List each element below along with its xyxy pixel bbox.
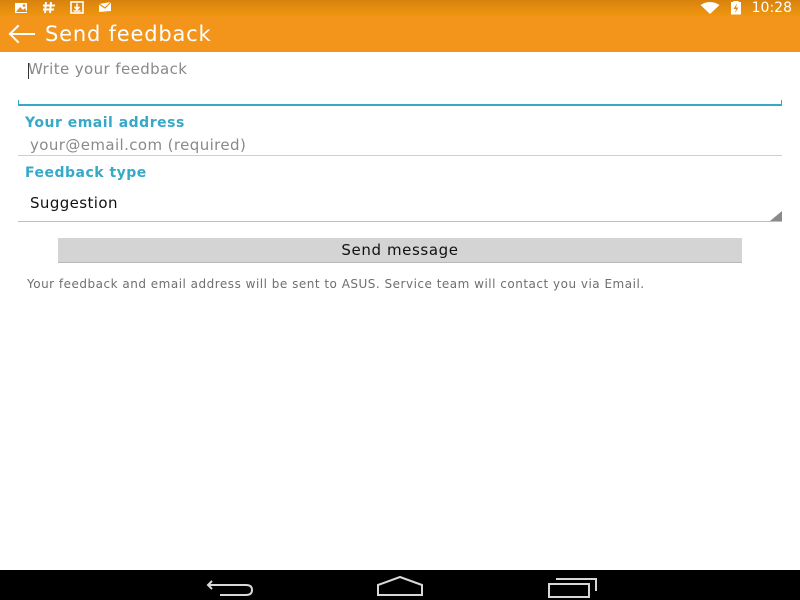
feedback-type-label: Feedback type [25, 165, 147, 181]
navigation-bar [0, 570, 800, 600]
download-icon [70, 1, 84, 14]
underline-cap-right [781, 100, 782, 106]
system-icons: 10:28 [700, 0, 792, 16]
clock: 10:28 [751, 0, 792, 16]
email-input[interactable] [18, 134, 782, 156]
back-nav-icon[interactable] [202, 573, 258, 599]
mail-icon [98, 1, 112, 12]
privacy-notice: Your feedback and email address will be … [27, 277, 645, 291]
spinner-underline [18, 221, 782, 222]
email-label: Your email address [25, 115, 185, 131]
feedback-type-spinner[interactable]: Suggestion [18, 190, 782, 222]
spinner-triangle-icon [770, 211, 782, 221]
feedback-type-value: Suggestion [30, 194, 118, 212]
notification-image-icon [15, 3, 27, 13]
feedback-input[interactable] [18, 56, 782, 104]
email-underline [18, 155, 782, 156]
email-field[interactable] [18, 134, 782, 156]
underline-cap-left [18, 100, 19, 106]
send-message-button[interactable]: Send message [58, 238, 742, 263]
page-title: Send feedback [45, 22, 212, 46]
text-cursor [28, 63, 29, 79]
wifi-icon [700, 1, 720, 14]
notification-icons [14, 1, 112, 14]
feedback-underline [18, 104, 782, 106]
status-bar: 10:28 [0, 0, 800, 16]
home-nav-icon[interactable] [372, 573, 428, 599]
battery-charging-icon [730, 1, 741, 15]
app-bar: Send feedback [0, 16, 800, 52]
arrow-left-icon[interactable] [7, 24, 37, 44]
recents-nav-icon[interactable] [544, 573, 600, 599]
feedback-field[interactable] [18, 56, 782, 106]
hashtag-icon [43, 1, 55, 14]
